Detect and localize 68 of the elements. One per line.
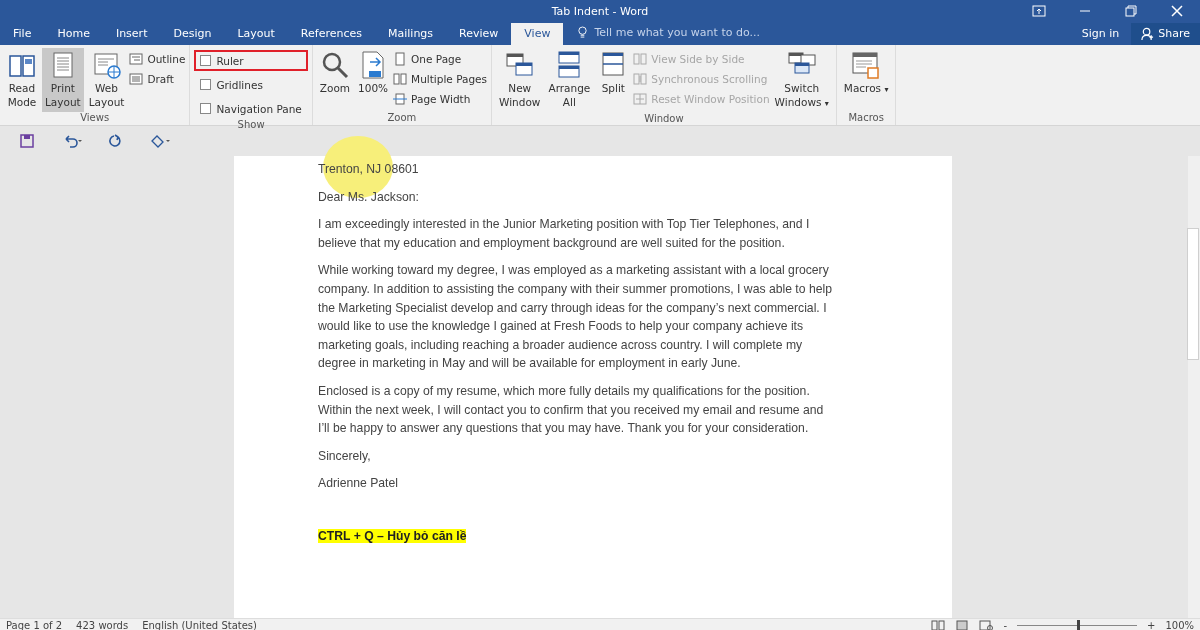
person-icon bbox=[1141, 27, 1155, 40]
ribbon-button[interactable]: Page Width bbox=[393, 90, 488, 107]
group-label: Macros bbox=[847, 112, 885, 125]
outline-icon bbox=[129, 51, 144, 66]
ribbon-button[interactable]: Split bbox=[595, 48, 632, 113]
word-count[interactable]: 423 words bbox=[76, 620, 129, 630]
side-by-side-icon bbox=[633, 51, 648, 66]
ribbon-tab[interactable]: References bbox=[287, 23, 375, 45]
ribbon-tab[interactable]: Design bbox=[160, 23, 225, 45]
page-width-icon bbox=[393, 91, 408, 106]
ribbon-button[interactable]: Zoom bbox=[316, 48, 354, 112]
ribbon-tab[interactable]: Home bbox=[44, 23, 103, 45]
page-icon bbox=[393, 51, 408, 66]
highlighted-text: CTRL + Q – Hủy bỏ căn lề bbox=[318, 527, 468, 545]
share-button[interactable]: Share bbox=[1131, 23, 1200, 45]
checkbox[interactable] bbox=[200, 55, 212, 66]
two-pages-icon bbox=[393, 71, 408, 86]
read-mode-icon[interactable] bbox=[931, 620, 946, 630]
tell-me-field[interactable]: Tell me what you want to do... bbox=[592, 25, 817, 40]
group-label: Views bbox=[79, 112, 111, 125]
ribbon-tab[interactable]: Layout bbox=[224, 23, 288, 45]
zoom-level[interactable]: 100% bbox=[1165, 620, 1194, 630]
ribbon-button[interactable]: Macros ▾ bbox=[840, 48, 892, 112]
ribbon-checkbox[interactable]: Navigation Pane bbox=[194, 98, 308, 119]
ribbon-button[interactable]: New Window bbox=[496, 48, 544, 113]
print-layout-icon[interactable] bbox=[955, 620, 970, 630]
sign-in-link[interactable]: Sign in bbox=[1069, 23, 1132, 45]
slider-thumb[interactable] bbox=[1077, 620, 1080, 630]
ribbon-checkbox[interactable]: Gridlines bbox=[194, 74, 308, 95]
ribbon-tab[interactable]: Insert bbox=[102, 23, 161, 45]
ribbon-button[interactable]: Read Mode bbox=[4, 48, 40, 112]
group-label: Window bbox=[643, 113, 685, 126]
web-layout-icon[interactable] bbox=[979, 620, 994, 630]
ribbon-tab[interactable]: Mailings bbox=[375, 23, 447, 45]
web-page-icon bbox=[91, 50, 122, 80]
paragraph: Adrienne Patel bbox=[318, 475, 399, 493]
ribbon-button[interactable]: Multiple Pages bbox=[393, 70, 488, 87]
ribbon-tab[interactable]: File bbox=[0, 23, 45, 45]
caret-icon: ▾ bbox=[884, 85, 889, 94]
paragraph: I am exceedingly interested in the Junior Marketing position with Top Tier Telephones, and I believe that my education and employment background are well suited for the position. bbox=[318, 216, 811, 252]
macro-sheet-icon bbox=[851, 50, 882, 80]
group-label: Zoom bbox=[386, 112, 418, 125]
ribbon-button[interactable]: Arrange All bbox=[545, 48, 594, 113]
ribbon-checkbox[interactable]: Ruler bbox=[194, 50, 308, 71]
ribbon-button[interactable]: Web Layout bbox=[85, 48, 128, 112]
ribbon-button[interactable]: One Page bbox=[393, 50, 488, 67]
ribbon-button[interactable]: Draft bbox=[129, 70, 186, 87]
paragraph: Sincerely, bbox=[318, 447, 372, 465]
ribbon-tab[interactable]: View bbox=[511, 23, 564, 45]
ribbon-button[interactable]: Switch Windows ▾ bbox=[771, 48, 832, 113]
ribbon-button[interactable]: Print Layout bbox=[42, 48, 84, 112]
caret-icon: ▾ bbox=[824, 99, 829, 108]
ribbon-tab[interactable]: Review bbox=[446, 23, 512, 45]
ribbon-button[interactable]: 100% bbox=[355, 48, 392, 112]
lightbulb-icon bbox=[577, 26, 589, 39]
draft-icon bbox=[129, 71, 144, 86]
checkbox[interactable] bbox=[200, 79, 212, 90]
scrollbar[interactable] bbox=[1188, 156, 1200, 618]
sync-scroll-icon bbox=[633, 71, 648, 86]
group-label: Show bbox=[236, 119, 266, 132]
zoom-in-button[interactable]: + bbox=[1147, 620, 1156, 630]
ribbon-button[interactable]: Outline bbox=[129, 50, 186, 67]
zoom-out-button[interactable]: - bbox=[1003, 620, 1007, 630]
checkbox[interactable] bbox=[200, 103, 212, 114]
reset-window-icon bbox=[633, 91, 648, 106]
paragraph: Enclosed is a copy of my resume, which more fully details my qualifications for the position. Within the next week, I will contact you to confirm that you received my email and resume and I’ll be happy to answer any questions that you may have. Thank you for your consideration. bbox=[318, 382, 825, 438]
paragraph: While working toward my degree, I was employed as a marketing assistant with a local grocery company. In addition to assisting the company with their summer promotions, I was able to help the Marketing Specialist develop and carry through ideas for the company’s next commercial. I would like to use the knowledge I gained at Fresh Foods to help your company achieve its marketing goals, including reaching a broader audience across country. I will complete my degree in marketing in May and will be available for employment in early June. bbox=[318, 262, 833, 373]
window-title: Tab Indent - Word bbox=[551, 4, 649, 18]
